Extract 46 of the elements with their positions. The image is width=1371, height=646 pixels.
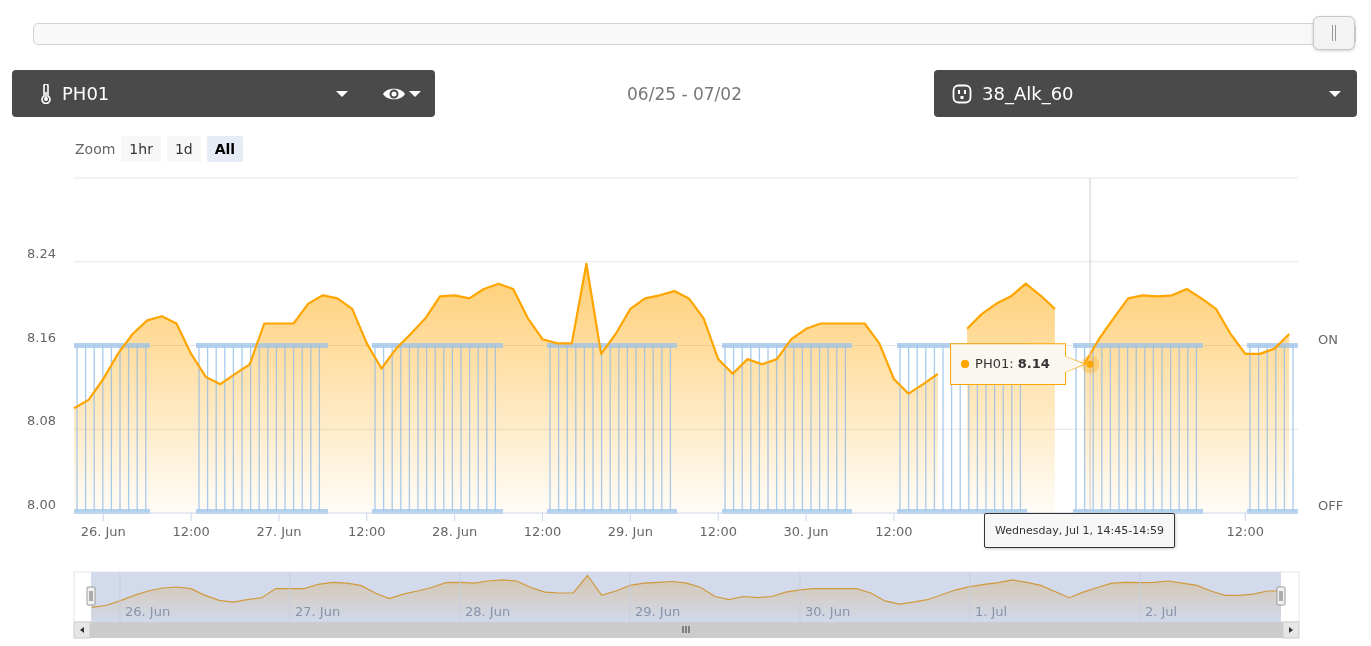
outlet-dropdown[interactable]: 38_Alk_60 (934, 70, 1357, 117)
x-axis-label: 12:00 (875, 524, 913, 539)
navigator-handle[interactable] (86, 586, 96, 606)
navigator-handle[interactable] (1276, 586, 1286, 606)
time-tooltip: Wednesday, Jul 1, 14:45-14:59 (984, 513, 1175, 548)
x-axis-label: 12:00 (699, 524, 737, 539)
hover-point (1086, 360, 1094, 368)
caret-icon (336, 90, 348, 97)
scroll-right-button[interactable] (1282, 621, 1300, 639)
scroll-left-button[interactable] (73, 621, 91, 639)
x-axis-label: 12:00 (172, 524, 210, 539)
x-axis-label: 12:00 (348, 524, 386, 539)
navigator-label: 28. Jun (465, 604, 511, 619)
x-axis-label: 12:00 (1226, 524, 1264, 539)
zoom-button[interactable]: All (206, 136, 244, 162)
navigator-label: 27. Jun (295, 604, 341, 619)
zoom-button[interactable]: 1hr (121, 136, 161, 162)
navigator-label: 26. Jun (125, 604, 171, 619)
x-axis-label: 30. Jun (783, 524, 829, 539)
x-axis-label: 12:00 (523, 524, 562, 539)
x-axis-label: 26. Jun (80, 524, 126, 539)
right-axis-label: OFF (1318, 498, 1344, 513)
navigator-label: 1. Jul (975, 604, 1008, 619)
x-axis-label: 29. Jun (607, 524, 653, 539)
date-range: 06/25 - 07/02 (626, 83, 743, 104)
thermometer-icon (40, 83, 52, 104)
y-axis-label: 8.00 (27, 497, 56, 512)
scrollbar-thumb[interactable] (90, 622, 1283, 638)
right-axis-label: ON (1318, 332, 1338, 347)
navigator-label: 29. Jun (635, 604, 681, 619)
y-axis-label: 8.08 (27, 413, 56, 429)
sensor-dropdown[interactable]: PH01 (12, 70, 435, 117)
navigator-label: 2. Jul (1145, 604, 1178, 619)
sensor-name: PH01 (62, 83, 111, 104)
slider-handle[interactable] (1313, 16, 1355, 50)
y-axis-label: 8.16 (27, 329, 56, 345)
navigator-label: 30. Jun (805, 604, 851, 619)
x-axis-label: 27. Jun (256, 524, 302, 539)
y-axis-label: 8.24 (27, 245, 56, 261)
x-axis-label: 28. Jun (432, 524, 478, 539)
caret-icon (409, 90, 421, 97)
caret-icon (1329, 90, 1341, 97)
power-outlet-icon (952, 83, 972, 104)
outlet-name: 38_Alk_60 (982, 83, 1075, 104)
zoom-label: Zoom (75, 141, 116, 157)
zoom-button[interactable]: 1d (166, 136, 201, 162)
